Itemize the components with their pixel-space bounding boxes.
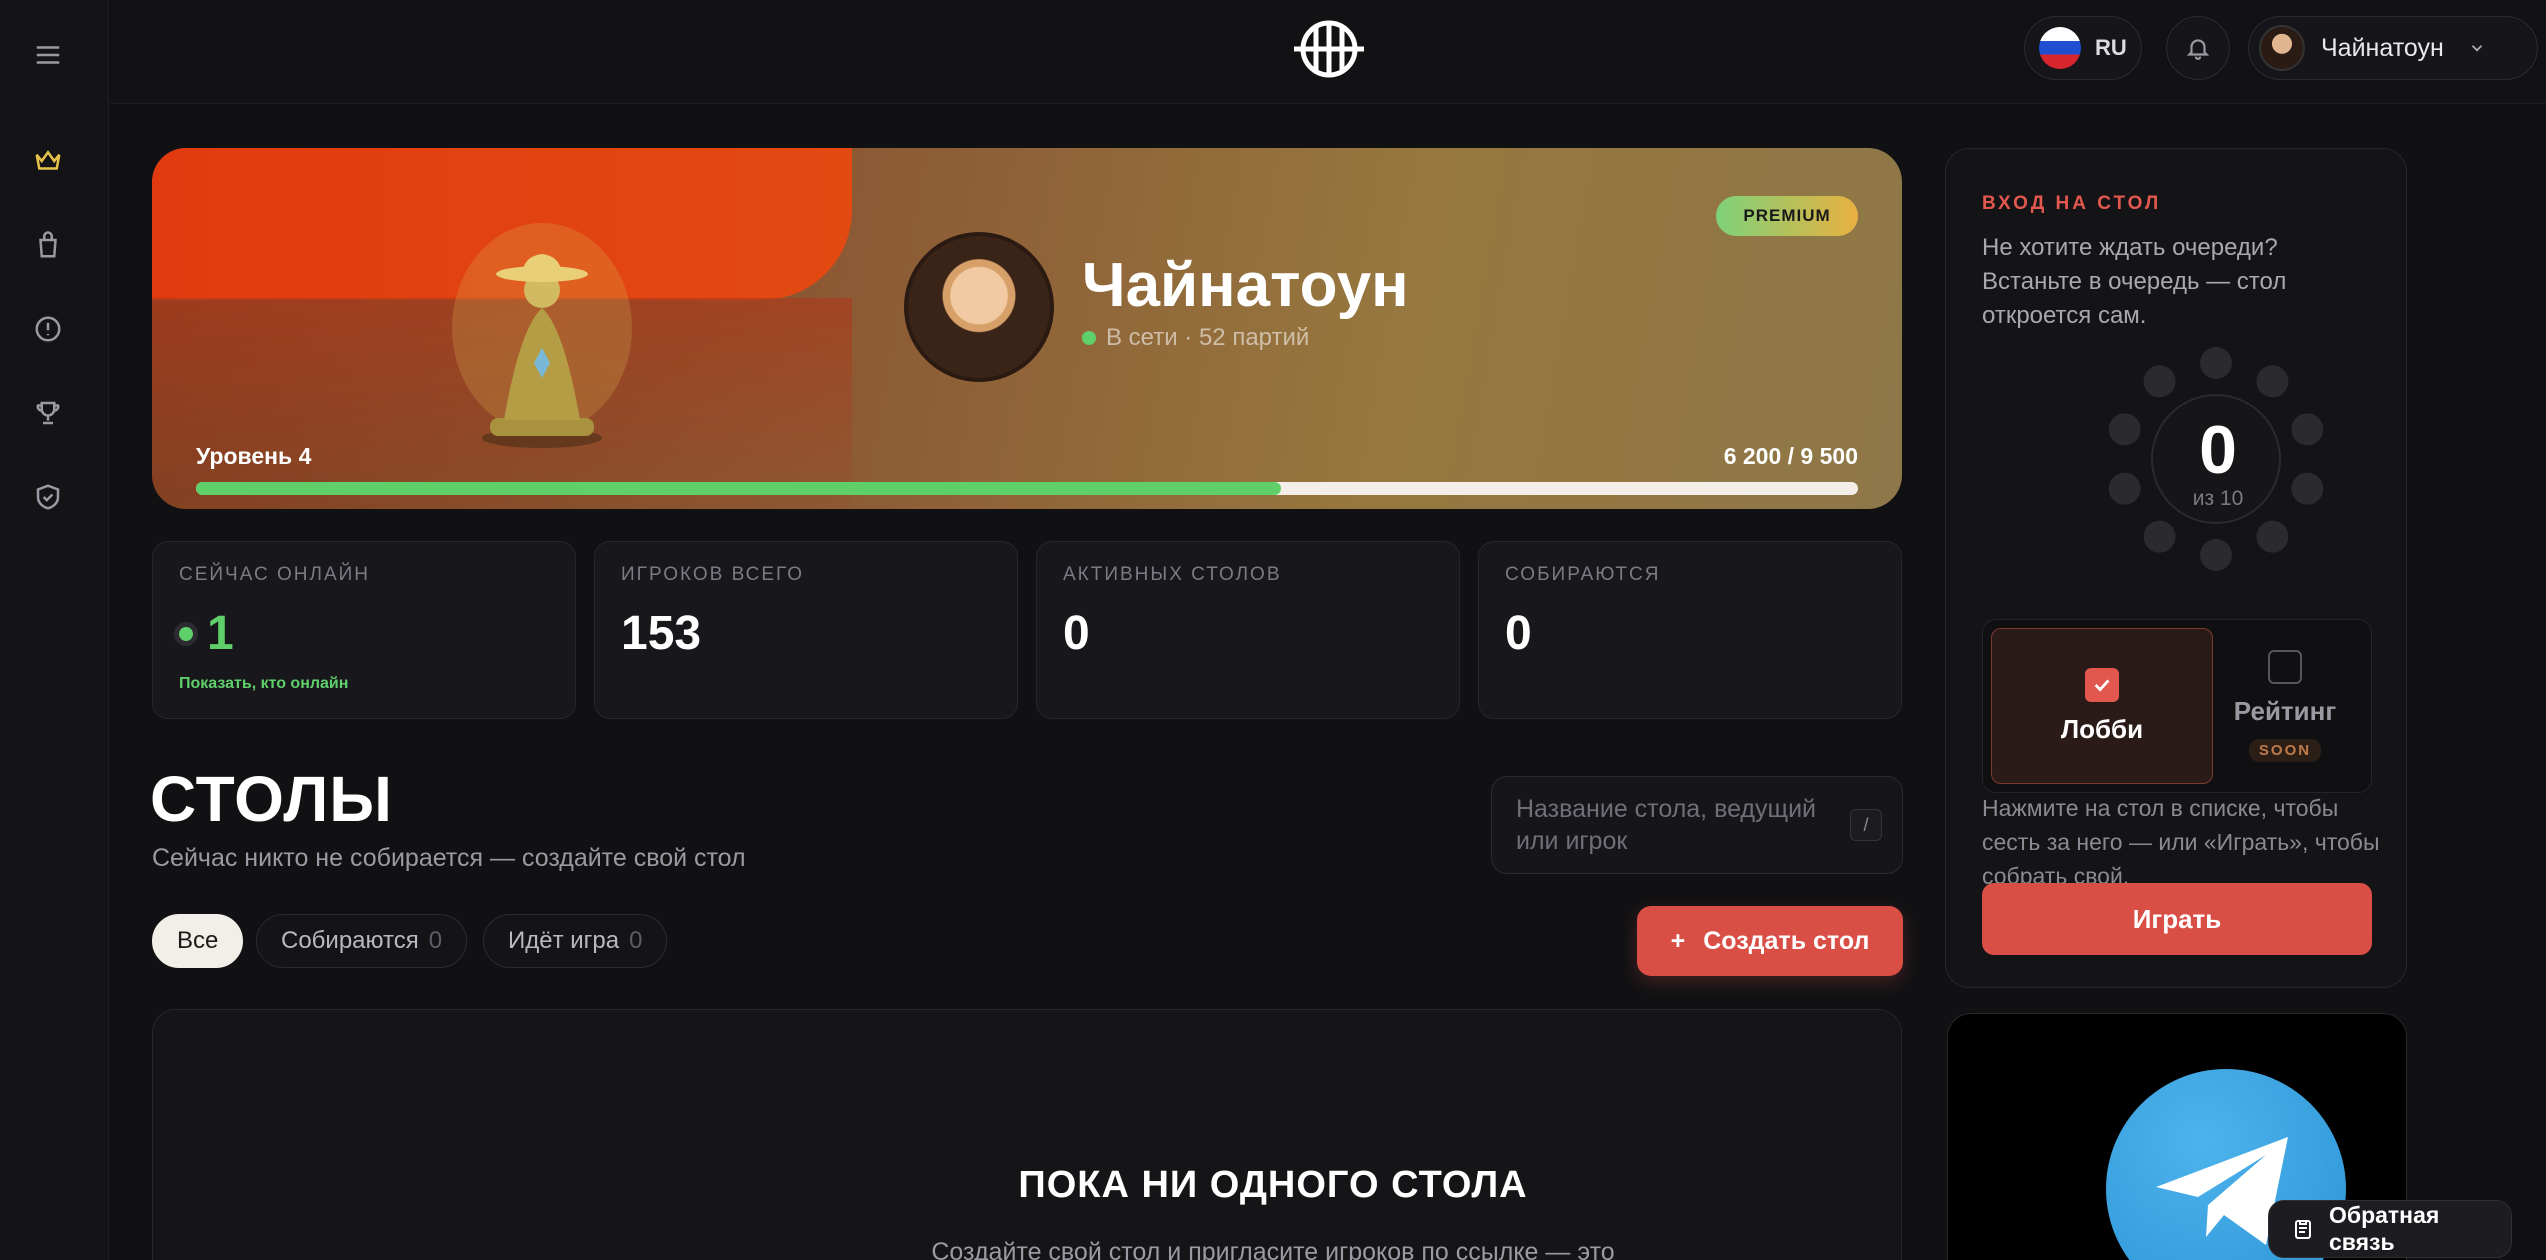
mode-selector: Лобби Рейтинг SOON <box>1982 619 2372 793</box>
stat-label: АКТИВНЫХ СТОЛОВ <box>1063 564 1282 585</box>
stat-value: 153 <box>621 607 702 660</box>
menu-icon[interactable] <box>29 36 67 74</box>
mode-rating[interactable]: Рейтинг SOON <box>2205 628 2365 784</box>
profile-hero: PREMIUM Чайнатоун В сети · 52 партий Уро… <box>152 148 1902 509</box>
filter-label: Все <box>177 927 219 954</box>
join-hint: Нажмите на стол в списке, чтобы сесть за… <box>1982 795 2380 889</box>
mode-label: Рейтинг <box>2233 696 2337 726</box>
filter-gathering[interactable]: Собираются 0 <box>256 914 468 968</box>
stat-online: СЕЙЧАС ОНЛАЙН 1 Показать, кто онлайн <box>152 541 576 719</box>
stat-value-text: 1 <box>207 607 234 660</box>
join-table-panel: ВХОД НА СТОЛ Не хотите ждать очереди? Вс… <box>1945 148 2407 988</box>
bell-icon <box>2186 39 2210 60</box>
queue-count: 0 <box>2199 412 2237 488</box>
online-dot-icon <box>1082 331 1096 345</box>
sidebar <box>0 0 109 1260</box>
profile-name: Чайнатоун <box>1082 251 1409 320</box>
seat-icon <box>2291 472 2324 505</box>
seat-icon <box>2256 365 2289 398</box>
show-online-link[interactable]: Показать, кто онлайн <box>179 675 549 693</box>
join-label: ВХОД НА СТОЛ <box>1982 193 2162 214</box>
profile-avatar[interactable] <box>904 232 1054 382</box>
stat-label: СЕЙЧАС ОНЛАЙН <box>179 564 370 585</box>
trophy-icon[interactable] <box>29 394 67 432</box>
xp-progress-bar <box>196 482 1858 495</box>
soon-badge: SOON <box>2248 739 2322 762</box>
tables-title: СТОЛЫ <box>150 763 393 835</box>
checkbox-checked-icon <box>2085 667 2119 702</box>
seat-icon <box>2291 413 2324 446</box>
language-selector[interactable]: RU <box>2024 16 2142 80</box>
filter-label: Идёт игра <box>508 927 620 954</box>
avatar <box>2259 25 2305 71</box>
profile-status: В сети · 52 партий <box>1082 324 1309 352</box>
filter-count: 0 <box>629 927 643 954</box>
xp-progress-fill <box>196 482 1282 495</box>
online-dot-icon <box>179 626 193 641</box>
create-table-label: Создать стол <box>1703 926 1870 955</box>
stat-players-total: ИГРОКОВ ВСЕГО 153 <box>594 541 1018 719</box>
stat-gathering: СОБИРАЮТСЯ 0 <box>1478 541 1902 719</box>
clipboard-icon <box>2294 1220 2311 1239</box>
plus-icon: + <box>1670 926 1686 955</box>
bag-icon[interactable] <box>29 226 67 264</box>
feedback-label: Обратная связь <box>2328 1202 2440 1255</box>
shortcut-hint: / <box>1850 809 1882 841</box>
user-menu-button[interactable]: Чайнатоун <box>2248 16 2538 80</box>
xp-label: 6 200 / 9 500 <box>1723 443 1858 469</box>
filter-in-game[interactable]: Идёт игра 0 <box>483 914 668 968</box>
user-name: Чайнатоун <box>2321 33 2444 62</box>
seat-icon <box>2108 413 2141 446</box>
seat-icon <box>2200 347 2232 379</box>
status-text: В сети · 52 партий <box>1106 324 1310 351</box>
create-table-button[interactable]: + Создать стол <box>1637 906 1903 976</box>
pawn-figure-icon <box>452 223 632 448</box>
tables-empty-state <box>152 1009 1902 1260</box>
tables-subtitle: Сейчас никто не собирается — создайте св… <box>152 844 746 872</box>
checkbox-icon <box>2268 650 2302 684</box>
stat-value: 1 <box>179 606 549 661</box>
filter-all[interactable]: Все <box>152 914 244 968</box>
language-code: RU <box>2095 35 2127 60</box>
stat-label: СОБИРАЮТСЯ <box>1505 564 1661 585</box>
russia-flag-icon <box>2039 27 2081 69</box>
seat-icon <box>2143 365 2176 398</box>
seat-icon <box>2108 472 2141 505</box>
filter-count: 0 <box>428 927 443 954</box>
mode-lobby[interactable]: Лобби <box>1991 628 2213 784</box>
seat-icon <box>2143 520 2176 553</box>
crown-icon[interactable] <box>29 142 67 180</box>
table-search-input[interactable]: Название стола, ведущий или игрок / <box>1491 776 1903 874</box>
filter-label: Собираются <box>281 927 419 954</box>
topbar: RU Чайнатоун <box>110 0 2546 104</box>
stat-value: 0 <box>1063 607 1090 660</box>
logo[interactable] <box>1274 14 1384 84</box>
level-label: Уровень 4 <box>196 443 312 469</box>
alert-circle-icon[interactable] <box>29 310 67 348</box>
stat-active-tables: АКТИВНЫХ СТОЛОВ 0 <box>1036 541 1460 719</box>
seat-icon <box>2256 520 2289 553</box>
search-placeholder: Название стола, ведущий или игрок <box>1516 795 1817 855</box>
queue-total: из 10 <box>2192 487 2244 510</box>
join-description: Не хотите ждать очереди? Встаньте в очер… <box>1982 234 2287 329</box>
feedback-button[interactable]: Обратная связь <box>2268 1200 2512 1258</box>
stat-value: 0 <box>1505 607 1532 660</box>
seat-icon <box>2200 539 2232 571</box>
premium-badge: PREMIUM <box>1716 196 1858 236</box>
mode-label: Лобби <box>2060 713 2144 744</box>
chevron-down-icon <box>2471 45 2482 52</box>
play-button[interactable]: Играть <box>1982 883 2372 955</box>
notifications-button[interactable] <box>2166 16 2230 80</box>
shield-check-icon[interactable] <box>29 478 67 516</box>
stat-label: ИГРОКОВ ВСЕГО <box>621 564 805 585</box>
